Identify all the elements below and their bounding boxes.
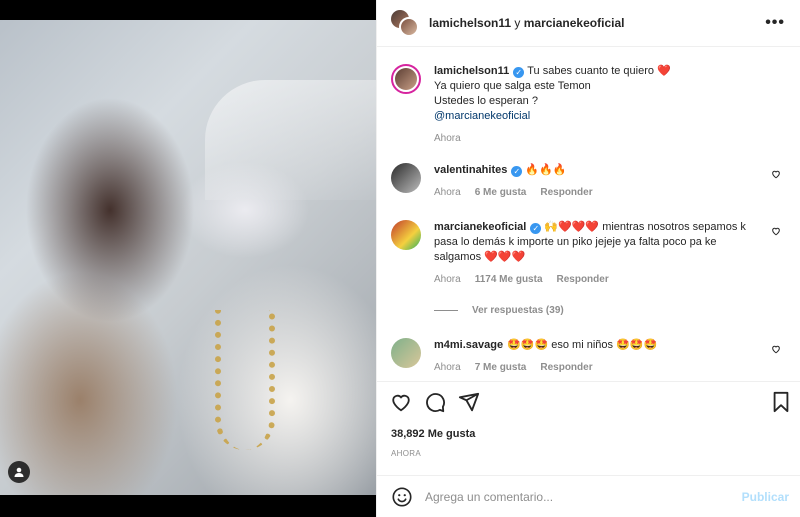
comment: valentinahites ✓ 🔥🔥🔥 Ahora 6 Me gusta Resp… [391,163,791,200]
publish-button[interactable]: Publicar [742,490,789,504]
like-heart-icon[interactable] [390,391,412,413]
more-options-icon[interactable]: ••• [765,14,785,32]
photo-scene [0,20,376,495]
post-header: lamichelson11 y marcianekeoficial ••• [377,0,800,47]
separator-text: y [514,16,521,30]
emoji-text: 🙌❤️❤️❤️ [544,221,600,233]
verified-badge-icon: ✓ [513,67,525,78]
likes-count-link[interactable]: 6 Me gusta [475,185,527,200]
emoji-smiley-icon[interactable] [391,486,413,508]
timestamp[interactable]: Ahora [434,360,461,375]
likes-count-link[interactable]: 7 Me gusta [475,360,527,375]
heart-emoji: ❤️ [657,65,671,77]
username-link[interactable]: marcianekeoficial [524,16,625,30]
post-action-bar [377,381,800,421]
caption-text: Tu sabes cuanto te quiero [527,65,655,77]
like-comment-heart-icon[interactable] [771,226,781,236]
piano-shape [205,80,376,200]
username-link[interactable]: lamichelson11 [429,16,511,30]
username-link[interactable]: valentinahites [434,164,507,176]
username-link[interactable]: m4mi.savage [434,339,503,351]
avatar[interactable] [391,64,421,94]
mention-link[interactable]: @marcianekeoficial [434,110,530,122]
comments-list: lamichelson11 ✓ Tu sabes cuanto te quiero … [377,48,800,378]
save-bookmark-icon[interactable] [770,391,792,413]
comment-text: eso mi niños [551,339,614,351]
post-side-panel: lamichelson11 y marcianekeoficial ••• la… [376,0,800,517]
reply-button[interactable]: Responder [540,185,592,200]
verified-badge-icon: ✓ [530,223,542,234]
timestamp[interactable]: Ahora [434,131,461,146]
timestamp[interactable]: Ahora [434,272,461,287]
avatar[interactable] [391,163,421,193]
likes-count-link[interactable]: 1174 Me gusta [475,272,543,287]
share-paper-plane-icon[interactable] [458,391,480,413]
caption-text: Ustedes lo esperan ? [434,95,538,107]
caption: lamichelson11 ✓ Tu sabes cuanto te quiero … [391,64,791,146]
reply-button[interactable]: Responder [557,272,609,287]
username-link[interactable]: lamichelson11 [434,65,509,77]
timestamp[interactable]: Ahora [434,185,461,200]
reply-button[interactable]: Responder [540,360,592,375]
emoji-text: 🤩🤩🤩 [507,339,549,351]
like-comment-heart-icon[interactable] [771,344,781,354]
comment-bubble-icon[interactable] [424,391,446,413]
emoji-text: ❤️❤️❤️ [484,251,526,263]
comment-text: 🔥🔥🔥 [525,164,567,176]
user-icon [14,467,24,477]
comment: m4mi.savage 🤩🤩🤩 eso mi niños 🤩🤩🤩 Ahora 7 … [391,338,791,375]
gold-chain-shape [215,310,275,450]
collab-usernames: lamichelson11 y marcianekeoficial [429,16,624,30]
avatar[interactable] [391,220,421,250]
post-timestamp[interactable]: AHORA [391,449,421,458]
verified-badge-icon: ✓ [511,166,523,177]
divider [434,310,458,311]
like-comment-heart-icon[interactable] [771,169,781,179]
avatar[interactable] [399,17,419,37]
view-replies-label: Ver respuestas (39) [472,305,564,316]
post-image[interactable] [0,0,376,517]
comment: marcianekeoficial ✓ 🙌❤️❤️❤️ mientras nosot… [391,220,791,287]
comment-input[interactable] [425,489,725,504]
tagged-users-button[interactable] [8,461,30,483]
collab-avatars[interactable] [389,7,429,39]
caption-text: Ya quiero que salga este Temon [434,80,591,92]
view-replies-button[interactable]: Ver respuestas (39) [434,305,564,316]
avatar[interactable] [391,338,421,368]
username-link[interactable]: marcianekeoficial [434,221,526,233]
emoji-text: 🤩🤩🤩 [616,339,658,351]
post-likes-count[interactable]: 38,892 Me gusta [391,428,475,440]
add-comment-section: Publicar [377,475,800,517]
